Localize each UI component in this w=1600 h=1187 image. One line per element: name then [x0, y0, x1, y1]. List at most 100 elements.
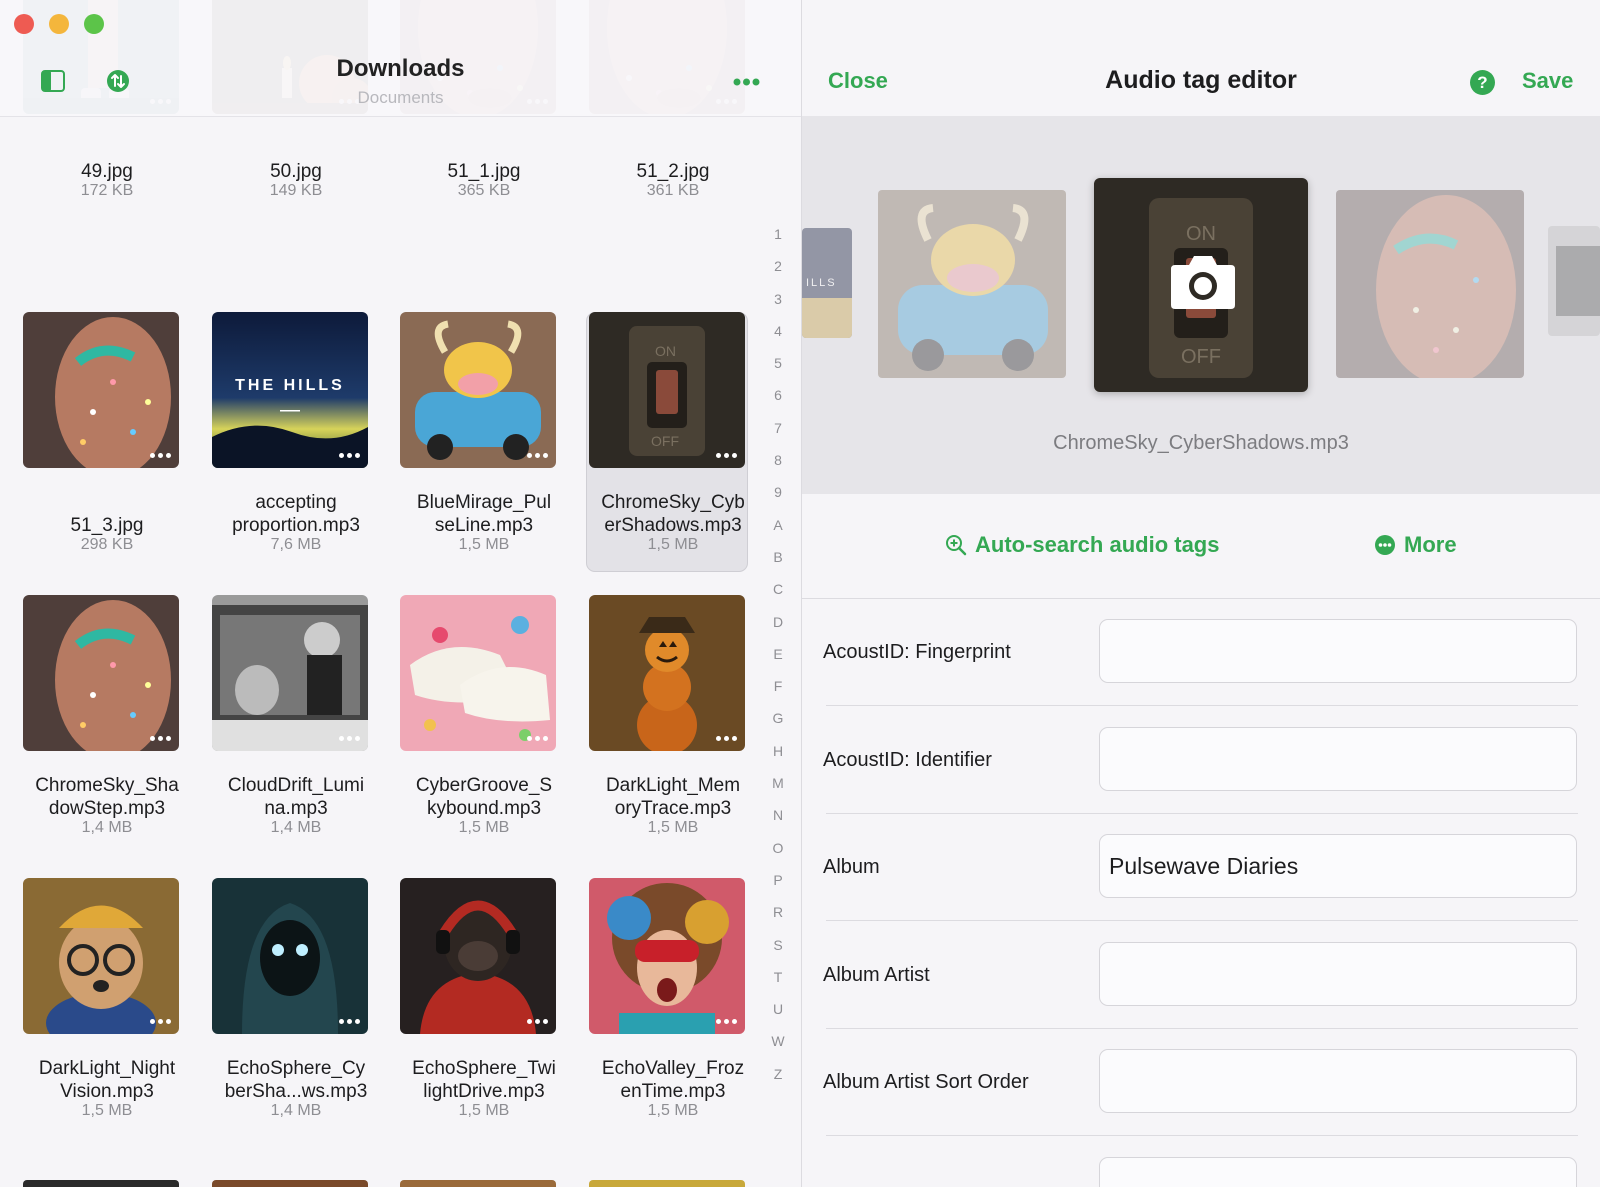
file-thumbnail[interactable]: [400, 878, 556, 1034]
file-name-line: ChromeSky_Sha: [35, 775, 179, 796]
alphabet-index-item[interactable]: 9: [768, 476, 788, 508]
alphabet-index-item[interactable]: Z: [768, 1058, 788, 1090]
more-label: More: [1404, 532, 1457, 557]
item-more-icon[interactable]: [527, 736, 548, 741]
tag-field-input[interactable]: [1099, 1049, 1577, 1113]
auto-search-button[interactable]: Auto-search audio tags: [945, 532, 1219, 558]
alphabet-index-item[interactable]: M: [768, 767, 788, 799]
file-thumbnail[interactable]: ON OFF: [589, 312, 745, 468]
alphabet-index-item[interactable]: S: [768, 929, 788, 961]
item-more-icon[interactable]: [527, 1019, 548, 1024]
item-more-icon[interactable]: [150, 453, 171, 458]
file-thumbnail[interactable]: [212, 878, 368, 1034]
alphabet-index-item[interactable]: W: [768, 1025, 788, 1057]
alphabet-index-item[interactable]: A: [768, 509, 788, 541]
alphabet-index-item[interactable]: H: [768, 735, 788, 767]
item-more-icon[interactable]: [716, 736, 737, 741]
item-more-icon[interactable]: [339, 453, 360, 458]
more-options-icon[interactable]: [733, 78, 760, 86]
file-name: CloudDrift_Lumi na.mp3: [203, 774, 389, 820]
file-name-line: lightDrive.mp3: [423, 1081, 545, 1102]
cover-art-carousel[interactable]: ILLS ON OFF ChromeSky_CyberShadows.mp3: [802, 116, 1600, 494]
item-more-icon[interactable]: [716, 1019, 737, 1024]
item-more-icon[interactable]: [339, 736, 360, 741]
cover-next[interactable]: [1336, 190, 1524, 378]
file-size: 1,5 MB: [458, 1102, 510, 1119]
browser-header: Downloads Documents: [0, 0, 801, 117]
file-thumbnail-partial[interactable]: [400, 1180, 556, 1187]
alphabet-index-item[interactable]: R: [768, 896, 788, 928]
file-size: 172 KB: [80, 182, 134, 199]
auto-search-label: Auto-search audio tags: [975, 532, 1220, 557]
file-thumbnail-partial[interactable]: [212, 1180, 368, 1187]
alphabet-index-item[interactable]: 2: [768, 250, 788, 282]
tag-field-input[interactable]: Pulsewave Diaries: [1099, 834, 1577, 898]
file-name: 51_2.jpg: [580, 160, 766, 183]
alphabet-index-item[interactable]: 6: [768, 379, 788, 411]
tag-field-input[interactable]: [1099, 941, 1577, 1006]
tag-field-row: Album Artist Sort Order: [802, 1029, 1600, 1136]
file-name: DarkLight_Night Vision.mp3: [14, 1057, 200, 1103]
alphabet-index-item[interactable]: N: [768, 799, 788, 831]
file-thumbnail[interactable]: [400, 312, 556, 468]
item-more-icon[interactable]: [339, 1019, 360, 1024]
item-more-icon[interactable]: [150, 1019, 171, 1024]
alphabet-index-item[interactable]: P: [768, 864, 788, 896]
alphabet-index[interactable]: 123456789ABCDEFGHMNOPRSTUWZ: [768, 218, 788, 1090]
file-thumbnail[interactable]: [400, 595, 556, 751]
file-thumbnail[interactable]: [23, 312, 179, 468]
alphabet-index-item[interactable]: 1: [768, 218, 788, 250]
alphabet-index-item[interactable]: 4: [768, 315, 788, 347]
alphabet-index-item[interactable]: 7: [768, 412, 788, 444]
window-close-button[interactable]: [14, 14, 34, 34]
alphabet-index-item[interactable]: O: [768, 832, 788, 864]
more-button[interactable]: More: [1374, 532, 1457, 558]
file-name-line: Vision.mp3: [60, 1081, 154, 1102]
alphabet-index-item[interactable]: F: [768, 670, 788, 702]
alphabet-index-item[interactable]: E: [768, 638, 788, 670]
tag-field-row: Album Artist: [802, 922, 1600, 1029]
alphabet-index-item[interactable]: 3: [768, 283, 788, 315]
window-minimize-button[interactable]: [49, 14, 69, 34]
alphabet-index-item[interactable]: C: [768, 573, 788, 605]
file-grid: 49.jpg 172 KB 50.jpg 149 KB 51_1.jpg 365 KB 51…: [0, 0, 801, 1187]
file-thumbnail[interactable]: [23, 595, 179, 751]
camera-icon[interactable]: [1169, 251, 1237, 311]
alphabet-index-item[interactable]: 5: [768, 347, 788, 379]
file-size: 1,5 MB: [647, 536, 699, 553]
alphabet-index-item[interactable]: B: [768, 541, 788, 573]
help-icon[interactable]: ?: [1470, 70, 1495, 95]
svg-text:ON: ON: [1186, 223, 1216, 245]
file-thumbnail[interactable]: [589, 878, 745, 1034]
item-more-icon[interactable]: [527, 453, 548, 458]
alphabet-index-item[interactable]: U: [768, 993, 788, 1025]
item-more-icon[interactable]: [716, 453, 737, 458]
file-thumbnail[interactable]: [589, 595, 745, 751]
file-name-line: enTime.mp3: [620, 1081, 726, 1102]
cover-prev[interactable]: [878, 190, 1066, 378]
ellipsis-circle-icon: [1375, 535, 1395, 555]
tag-field-label: AcoustID: Fingerprint: [823, 641, 1011, 663]
tag-field-input[interactable]: [1099, 619, 1577, 683]
file-thumbnail-partial[interactable]: [23, 1180, 179, 1187]
file-name-line: proportion.mp3: [232, 515, 360, 536]
file-size: 1,4 MB: [81, 819, 133, 836]
alphabet-index-item[interactable]: T: [768, 961, 788, 993]
window-zoom-button[interactable]: [84, 14, 104, 34]
file-name-line: EchoSphere_Cy: [226, 1058, 366, 1079]
cover-next-far[interactable]: [1548, 226, 1600, 336]
item-more-icon[interactable]: [150, 736, 171, 741]
file-thumbnail[interactable]: THE HILLS: [212, 312, 368, 468]
alphabet-index-item[interactable]: D: [768, 606, 788, 638]
save-button[interactable]: Save: [1522, 68, 1573, 94]
alphabet-index-item[interactable]: G: [768, 702, 788, 734]
cover-prev-far[interactable]: ILLS: [802, 228, 852, 338]
alphabet-index-item[interactable]: 8: [768, 444, 788, 476]
file-thumbnail[interactable]: [23, 878, 179, 1034]
tag-field-input[interactable]: [1099, 1156, 1577, 1187]
file-size: 1,4 MB: [270, 819, 322, 836]
file-thumbnail[interactable]: [212, 595, 368, 751]
file-thumbnail-partial[interactable]: [589, 1180, 745, 1187]
cover-current[interactable]: ON OFF: [1094, 178, 1308, 392]
tag-field-input[interactable]: [1099, 726, 1577, 791]
